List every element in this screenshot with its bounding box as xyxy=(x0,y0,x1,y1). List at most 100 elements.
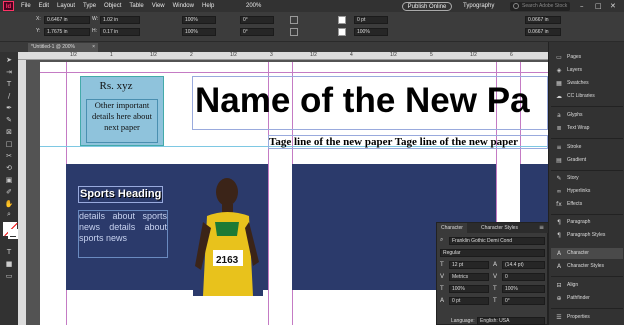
zoom-tool-icon[interactable]: ⌕ xyxy=(4,210,14,219)
line-tool-icon[interactable]: / xyxy=(4,92,14,101)
price-box[interactable]: Rs. xyz Other important details here abo… xyxy=(80,76,164,146)
panel-glyphs[interactable]: a Glyphs xyxy=(551,110,623,121)
x-field[interactable]: 0.6467 in xyxy=(44,16,90,24)
skew-field[interactable]: 0° xyxy=(502,297,545,305)
panel-label: Layers xyxy=(567,67,583,73)
vertical-ruler xyxy=(18,60,26,325)
leading-field[interactable]: (14.4 pt) xyxy=(502,261,545,269)
tab-character[interactable]: Character xyxy=(437,223,467,233)
panel-properties[interactable]: ☰ Properties xyxy=(551,312,623,323)
h-field[interactable]: 0.17 in xyxy=(100,28,140,36)
formatting-container-icon[interactable]: T xyxy=(4,248,14,257)
screen-mode-icon[interactable]: ▭ xyxy=(4,272,14,281)
layers-icon: ◈ xyxy=(556,67,562,74)
hand-tool-icon[interactable]: ✋ xyxy=(4,200,14,209)
page-tool-icon[interactable]: ⇥ xyxy=(4,68,14,77)
w-label: W: xyxy=(92,16,99,22)
menu-table[interactable]: Table xyxy=(125,0,147,12)
panel-character[interactable]: A Character xyxy=(551,248,623,259)
font-style-select[interactable]: Regular xyxy=(440,249,545,257)
zoom-level[interactable]: 200% xyxy=(246,0,261,12)
swatches-icon: ▦ xyxy=(556,80,562,87)
panel-story[interactable]: ✎ Story xyxy=(551,173,623,184)
panel-paragraph-styles[interactable]: ¶ Paragraph Styles xyxy=(551,230,623,241)
stroke-swatch-icon[interactable] xyxy=(8,229,18,239)
shear-field[interactable]: 0° xyxy=(240,28,274,36)
scale-y-field[interactable]: 100% xyxy=(182,28,216,36)
panel-cc-libraries[interactable]: ☁ CC Libraries xyxy=(551,91,623,102)
font-size-field[interactable]: 12 pt xyxy=(449,261,489,269)
rotate-field[interactable]: 0° xyxy=(240,16,274,24)
fill-swatch-icon[interactable] xyxy=(338,16,346,24)
panel-effects[interactable]: fx Effects xyxy=(551,199,623,210)
menu-window[interactable]: Window xyxy=(169,0,198,12)
workspace-switcher[interactable]: Typography xyxy=(463,0,494,12)
menu-layout[interactable]: Layout xyxy=(53,0,79,12)
menu-edit[interactable]: Edit xyxy=(35,0,53,12)
menu-view[interactable]: View xyxy=(148,0,169,12)
rectangle-frame-tool-icon[interactable]: ⊠ xyxy=(4,128,14,137)
horizontal-scale-field[interactable]: 100% xyxy=(502,285,545,293)
minimize-icon[interactable]: – xyxy=(580,0,584,12)
sports-heading[interactable]: Sports Heading xyxy=(78,186,164,203)
title-text-frame[interactable]: Name of the New Pa xyxy=(192,76,548,130)
next-paper-text-frame[interactable]: Other important details here about next … xyxy=(86,99,158,143)
opacity-field[interactable]: 100% xyxy=(354,28,388,36)
panel-stroke[interactable]: ≡ Stroke xyxy=(551,142,623,153)
tracking-field[interactable]: 0 xyxy=(502,273,545,281)
panel-text-wrap[interactable]: ≣ Text Wrap xyxy=(551,123,623,134)
sports-block[interactable]: Sports Heading details about sports news… xyxy=(66,164,268,296)
panel-align[interactable]: ⊟ Align xyxy=(551,280,623,291)
sports-details-frame[interactable]: details about sports news details about … xyxy=(78,210,168,258)
close-icon[interactable]: ✕ xyxy=(610,0,616,12)
publish-online-button[interactable]: Publish Online xyxy=(402,2,452,11)
language-select[interactable]: English: USA xyxy=(477,317,545,325)
tab-character-styles[interactable]: Character Styles xyxy=(477,223,522,233)
panel-character-styles[interactable]: A Character Styles xyxy=(551,261,623,272)
w-field[interactable]: 1.02 in xyxy=(100,16,140,24)
kerning-field[interactable]: Metrics xyxy=(449,273,489,281)
apply-color-icon[interactable]: ■ xyxy=(4,260,14,269)
panel-layers[interactable]: ◈ Layers xyxy=(551,65,623,76)
pencil-tool-icon[interactable]: ✎ xyxy=(4,116,14,125)
scale-x-field[interactable]: 100% xyxy=(182,16,216,24)
selection-tool-icon[interactable]: ➤ xyxy=(4,56,14,65)
panel-gradient[interactable]: ▤ Gradient xyxy=(551,155,623,166)
close-tab-icon[interactable]: × xyxy=(92,43,95,52)
panel-swatches[interactable]: ▦ Swatches xyxy=(551,78,623,89)
align-icon: ⊟ xyxy=(556,282,562,289)
rectangle-tool-icon[interactable]: □ xyxy=(4,140,14,149)
menu-help[interactable]: Help xyxy=(198,0,218,12)
font-family-select[interactable]: Franklin Gothic Demi Cond xyxy=(449,237,545,245)
panel-pathfinder[interactable]: ⊕ Pathfinder xyxy=(551,293,623,304)
stroke-swatch-icon[interactable] xyxy=(338,28,346,36)
ruler-mark: 1 xyxy=(110,52,113,58)
menu-type[interactable]: Type xyxy=(79,0,100,12)
scissors-tool-icon[interactable]: ✂ xyxy=(4,152,14,161)
athlete-image[interactable]: 2163 xyxy=(193,166,263,296)
stroke-weight-field[interactable]: 0 pt xyxy=(354,16,388,24)
stock-search-input[interactable]: Search Adobe Stock xyxy=(510,2,570,11)
note-tool-icon[interactable]: ✐ xyxy=(4,188,14,197)
panel-pages[interactable]: ▭ Pages xyxy=(551,52,623,63)
maximize-icon[interactable]: □ xyxy=(595,0,602,12)
tagline-text-frame[interactable]: Tage line of the new paper Tage line of … xyxy=(268,135,548,149)
type-tool-icon[interactable]: T xyxy=(4,80,14,89)
transform-tool-icon[interactable]: ⟲ xyxy=(4,164,14,173)
menu-object[interactable]: Object xyxy=(100,0,125,12)
document-tab[interactable]: *Untitled-1 @ 200% × xyxy=(28,43,98,52)
inset-bottom-field[interactable]: 0.0667 in xyxy=(525,28,561,36)
panel-hyperlinks[interactable]: ∞ Hyperlinks xyxy=(551,186,623,197)
pen-tool-icon[interactable]: ✒ xyxy=(4,104,14,113)
panel-paragraph[interactable]: ¶ Paragraph xyxy=(551,217,623,228)
menu-file[interactable]: File xyxy=(17,0,35,12)
flip-icon[interactable] xyxy=(290,28,298,36)
rotate-icon[interactable] xyxy=(290,16,298,24)
baseline-shift-field[interactable]: 0 pt xyxy=(449,297,489,305)
gradient-tool-icon[interactable]: ▣ xyxy=(4,176,14,185)
y-field[interactable]: 1.7675 in xyxy=(44,28,90,36)
vertical-scale-field[interactable]: 100% xyxy=(449,285,489,293)
inset-top-field[interactable]: 0.0667 in xyxy=(525,16,561,24)
panel-label: Properties xyxy=(567,314,590,320)
panel-menu-icon[interactable]: ≡ xyxy=(539,224,544,232)
